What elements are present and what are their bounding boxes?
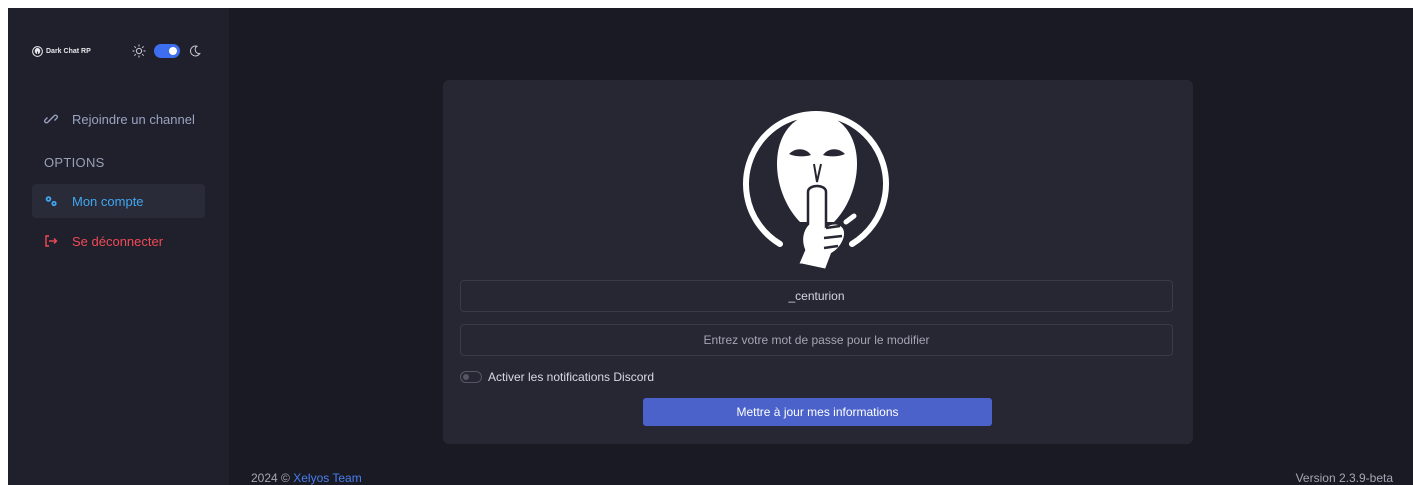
password-field[interactable]	[460, 324, 1173, 356]
username-field[interactable]	[460, 280, 1173, 312]
sidebar-item-join-channel[interactable]: Rejoindre un channel	[32, 102, 205, 136]
app-window: Dark Chat RP Rejoindre un channel OPTION…	[8, 8, 1413, 485]
sidebar-item-label: Rejoindre un channel	[72, 111, 195, 127]
brand-name: Dark Chat RP	[46, 48, 91, 55]
link-icon	[44, 114, 58, 124]
moon-icon	[190, 45, 201, 57]
masked-face-logo	[743, 111, 889, 270]
footer-version: Version 2.3.9-beta	[1295, 471, 1393, 485]
toggle-knob	[463, 374, 469, 380]
masked-face-icon	[32, 46, 43, 57]
brand[interactable]: Dark Chat RP	[32, 46, 91, 57]
footer-copyright-text: 2024 ©	[251, 471, 294, 485]
sidebar-item-label: Se déconnecter	[72, 233, 164, 249]
discord-notifications-toggle[interactable]	[460, 371, 482, 383]
sidebar-item-label: Mon compte	[72, 193, 144, 209]
sidebar-item-account[interactable]: Mon compte	[32, 184, 205, 218]
account-card: Activer les notifications Discord Mettre…	[443, 80, 1193, 444]
sun-icon	[132, 44, 146, 58]
theme-toggle[interactable]	[154, 44, 180, 58]
discord-notifications-label: Activer les notifications Discord	[488, 370, 655, 384]
gears-icon	[45, 196, 57, 207]
sidebar-item-logout[interactable]: Se déconnecter	[32, 224, 205, 258]
options-section-label: OPTIONS	[44, 155, 105, 170]
footer-copyright: 2024 © Xelyos Team	[251, 471, 362, 485]
toggle-knob	[169, 47, 177, 55]
theme-switch	[132, 44, 202, 58]
footer-team-link[interactable]: Xelyos Team	[293, 471, 361, 485]
discord-notifications-row: Activer les notifications Discord	[460, 370, 654, 384]
logout-icon	[45, 235, 58, 247]
update-info-button[interactable]: Mettre à jour mes informations	[643, 398, 992, 426]
sidebar: Dark Chat RP Rejoindre un channel OPTION…	[8, 8, 229, 485]
